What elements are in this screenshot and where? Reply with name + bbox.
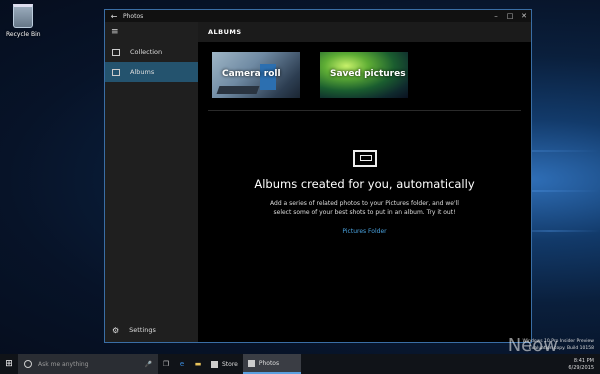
tile-thumbnail <box>216 86 260 94</box>
photos-icon <box>247 359 255 367</box>
cortana-icon <box>24 360 32 368</box>
nav-pane: ≡ Collection Albums ⚙ Settings <box>105 22 198 342</box>
settings-label: Settings <box>129 326 156 334</box>
task-view-icon[interactable]: ❐ <box>158 360 174 368</box>
album-tile-saved-pictures[interactable]: Saved pictures <box>320 52 408 98</box>
nav-item-label: Collection <box>130 48 163 56</box>
close-button[interactable]: ✕ <box>517 12 531 20</box>
nav-item-settings[interactable]: ⚙ Settings <box>105 322 156 338</box>
recycle-bin-icon <box>13 4 33 28</box>
clock-date: 6/29/2015 <box>568 364 594 371</box>
microphone-icon[interactable]: 🎤 <box>145 361 152 368</box>
divider <box>208 110 521 111</box>
system-clock[interactable]: 8:41 PM 6/29/2015 <box>568 358 594 371</box>
edge-browser-icon[interactable]: e <box>174 360 190 368</box>
maximize-button[interactable]: □ <box>503 12 517 20</box>
recycle-bin-shortcut[interactable]: Recycle Bin <box>6 4 41 38</box>
album-tile-label: Saved pictures <box>330 69 406 79</box>
page-title: ALBUMS <box>198 22 531 42</box>
taskbar-app-store[interactable]: Store <box>206 354 243 374</box>
nav-item-albums[interactable]: Albums <box>105 62 198 82</box>
minimize-button[interactable]: – <box>489 12 503 20</box>
taskbar-app-photos[interactable]: Photos <box>242 354 301 374</box>
watermark-line: Windows 10 Pro Insider Preview <box>522 339 594 345</box>
file-explorer-icon[interactable]: ▬ <box>190 360 206 368</box>
hamburger-menu-icon[interactable]: ≡ <box>105 22 198 42</box>
taskbar-app-label: Photos <box>258 359 280 367</box>
photos-window: ← Photos – □ ✕ ≡ Collection Albums ⚙ Set… <box>104 9 532 343</box>
search-placeholder: Ask me anything <box>38 360 89 368</box>
taskbar: ⊞ Ask me anything 🎤 ❐ e ▬ Store Photos <box>0 354 600 374</box>
back-arrow-icon[interactable]: ← <box>105 12 123 21</box>
gear-icon: ⚙ <box>112 325 120 335</box>
nav-item-label: Albums <box>130 68 155 76</box>
empty-state-description: Add a series of related photos to your P… <box>270 200 459 216</box>
album-icon <box>352 150 377 167</box>
recycle-bin-label: Recycle Bin <box>6 31 41 38</box>
album-tile-label: Camera roll <box>222 69 281 79</box>
title-bar: ← Photos – □ ✕ <box>105 10 531 22</box>
watermark-line: Evaluation copy. Build 10158 <box>528 345 594 351</box>
albums-icon <box>112 68 120 76</box>
taskbar-app-label: Store <box>222 360 238 368</box>
nav-item-collection[interactable]: Collection <box>105 42 198 62</box>
pictures-folder-link[interactable]: Pictures Folder <box>198 228 531 235</box>
build-watermark: Windows 10 Pro Insider Preview Evaluatio… <box>523 339 594 352</box>
windows-start-icon[interactable]: ⊞ <box>0 354 18 374</box>
empty-state: Albums created for you, automatically Ad… <box>198 150 531 235</box>
search-box[interactable]: Ask me anything 🎤 <box>18 354 158 374</box>
store-icon <box>211 360 218 368</box>
collection-icon <box>112 48 120 56</box>
window-title: Photos <box>123 12 144 20</box>
albums-page: ALBUMS Camera roll Saved pictures Albums… <box>198 22 531 342</box>
album-tile-camera-roll[interactable]: Camera roll <box>212 52 300 98</box>
empty-state-heading: Albums created for you, automatically <box>254 177 475 191</box>
